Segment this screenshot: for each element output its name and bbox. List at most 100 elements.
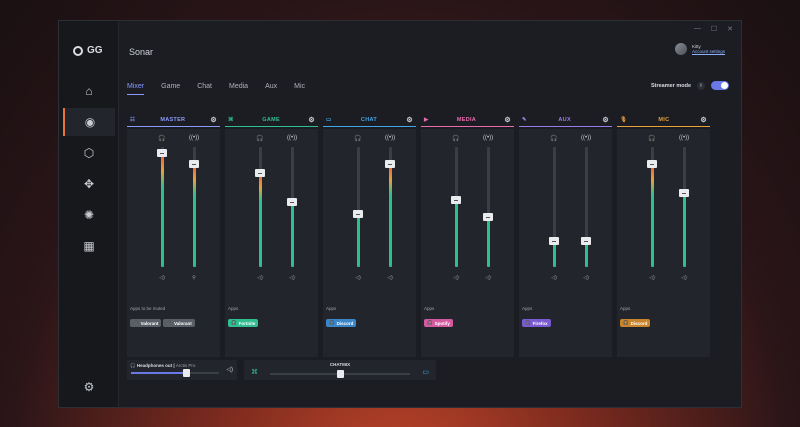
headphone-fader[interactable]: 🎧 ◁) bbox=[647, 135, 657, 285]
gear-icon[interactable]: ⚙ bbox=[406, 116, 413, 124]
fader-panel: 🎧 ◁) ((•)) ◁) bbox=[617, 129, 710, 305]
fader-knob[interactable] bbox=[287, 198, 297, 206]
speaker-icon[interactable]: ◁) bbox=[157, 275, 167, 281]
speaker-icon[interactable]: ◁) bbox=[679, 275, 689, 281]
gift-icon[interactable]: ▦ bbox=[63, 232, 115, 260]
gear-icon[interactable]: ⚙ bbox=[700, 116, 707, 124]
level-fill bbox=[290, 202, 294, 267]
gear-icon[interactable]: ⚙ bbox=[210, 116, 217, 124]
app-name: Firefox bbox=[532, 320, 548, 326]
speaker-icon[interactable]: ◁) bbox=[647, 275, 657, 281]
app-chip[interactable]: 🎧 Firefox bbox=[522, 319, 551, 327]
level-fill bbox=[192, 164, 196, 267]
app-name: Discord bbox=[336, 320, 354, 326]
stream-fader[interactable]: ((•)) ◁) bbox=[679, 135, 689, 285]
stream-fader[interactable]: ((•)) ◁) bbox=[483, 135, 493, 285]
stream-fader[interactable]: ((•)) ◁) bbox=[385, 135, 395, 285]
fader-track[interactable] bbox=[356, 147, 360, 267]
tab-aux[interactable]: Aux bbox=[265, 83, 277, 95]
headphones-volume-slider[interactable] bbox=[131, 369, 219, 377]
minimize-icon[interactable]: — bbox=[694, 25, 701, 33]
stream-fader[interactable]: ((•)) ⚲ bbox=[189, 135, 199, 285]
fader-knob[interactable] bbox=[581, 237, 591, 245]
info-icon[interactable]: i bbox=[697, 81, 705, 90]
fader-knob[interactable] bbox=[679, 189, 689, 197]
headphone-fader[interactable]: 🎧 ◁) bbox=[255, 135, 265, 285]
chatmix-knob[interactable] bbox=[337, 370, 344, 378]
tab-media[interactable]: Media bbox=[229, 83, 248, 95]
app-name: Fortnite bbox=[238, 320, 256, 326]
fader-knob[interactable] bbox=[189, 160, 199, 168]
gear-icon[interactable]: ⚙ bbox=[602, 116, 609, 124]
speaker-icon[interactable]: ◁) bbox=[581, 275, 591, 281]
gear-icon[interactable]: ⚙ bbox=[504, 116, 511, 124]
fader-knob[interactable] bbox=[385, 160, 395, 168]
channel-mic: 🎙 MIC ⚙ 🎧 ◁) ((•)) ◁) Apps 🎧 Discord bbox=[617, 113, 710, 357]
fader-knob[interactable] bbox=[255, 169, 265, 177]
gear-icon[interactable]: ⚙ bbox=[308, 116, 315, 124]
speaker-icon[interactable]: ◁) bbox=[549, 275, 559, 281]
hexagon-icon[interactable]: ⬡ bbox=[63, 139, 115, 167]
speaker-icon[interactable]: ◁) bbox=[255, 275, 265, 281]
fader-knob[interactable] bbox=[483, 213, 493, 221]
channel-label: CHAT bbox=[360, 116, 377, 123]
headphone-fader[interactable]: 🎧 ◁) bbox=[157, 135, 167, 285]
maximize-icon[interactable]: ☐ bbox=[711, 25, 717, 33]
speaker-icon[interactable]: ◁) bbox=[451, 275, 461, 281]
fader-knob[interactable] bbox=[353, 210, 363, 218]
account-block[interactable]: Kitty Account settings bbox=[674, 43, 725, 55]
fader-track[interactable] bbox=[258, 147, 262, 267]
tab-mic[interactable]: Mic bbox=[294, 83, 305, 95]
fader-track[interactable] bbox=[486, 147, 490, 267]
home-icon[interactable]: ⌂ bbox=[63, 77, 115, 105]
streamer-mode-toggle[interactable] bbox=[711, 81, 729, 90]
gg-logo[interactable]: GG bbox=[73, 45, 103, 56]
fader-track[interactable] bbox=[552, 147, 556, 267]
headphones-volume-knob[interactable] bbox=[183, 369, 190, 377]
controller-icon[interactable]: ✥ bbox=[63, 170, 115, 198]
close-icon[interactable]: ✕ bbox=[727, 25, 733, 33]
fader-track[interactable] bbox=[160, 147, 164, 267]
app-chip[interactable]: 🎧 Fortnite bbox=[228, 319, 259, 327]
stream-fader[interactable]: ((•)) ◁) bbox=[287, 135, 297, 285]
speaker-icon[interactable]: ◁) bbox=[287, 275, 297, 281]
tab-chat[interactable]: Chat bbox=[197, 83, 212, 95]
app-chip[interactable]: 🎧 Discord bbox=[326, 319, 357, 327]
fader-track[interactable] bbox=[454, 147, 458, 267]
app-chip[interactable]: 🎧 Valorant bbox=[163, 319, 195, 327]
engine-icon[interactable]: ✺ bbox=[63, 201, 115, 229]
channel-header: ⌘ GAME ⚙ bbox=[225, 113, 318, 127]
headphone-fader[interactable]: 🎧 ◁) bbox=[353, 135, 363, 285]
headphone-fader[interactable]: 🎧 ◁) bbox=[549, 135, 559, 285]
headphones-icon: 🎧 bbox=[427, 320, 433, 325]
sonar-icon[interactable]: ◉ bbox=[63, 108, 115, 136]
apps-label: Apps bbox=[522, 306, 533, 311]
speaker-icon[interactable]: ◁) bbox=[385, 275, 395, 281]
fader-knob[interactable] bbox=[451, 196, 461, 204]
headphone-fader[interactable]: 🎧 ◁) bbox=[451, 135, 461, 285]
app-chip[interactable]: 🎧 Valorant bbox=[130, 319, 162, 327]
settings-icon[interactable]: ⚙ bbox=[63, 373, 115, 401]
app-chip[interactable]: 🎧 Spotify bbox=[424, 319, 453, 327]
speaker-icon[interactable]: ◁) bbox=[226, 366, 233, 373]
unlink-icon[interactable]: ⚲ bbox=[189, 275, 199, 281]
app-chip[interactable]: 🎧 Discord bbox=[620, 319, 651, 327]
fader-track[interactable] bbox=[290, 147, 294, 267]
headphones-icon: 🎧 bbox=[256, 136, 264, 142]
avatar[interactable] bbox=[674, 43, 687, 55]
stream-fader[interactable]: ((•)) ◁) bbox=[581, 135, 591, 285]
fader-knob[interactable] bbox=[157, 149, 167, 157]
tab-mixer[interactable]: Mixer bbox=[127, 83, 145, 95]
fader-track[interactable] bbox=[682, 147, 686, 267]
fader-track[interactable] bbox=[584, 147, 588, 267]
tab-game[interactable]: Game bbox=[161, 83, 180, 95]
streamer-mode-label: Streamer mode bbox=[650, 82, 691, 89]
fader-knob[interactable] bbox=[647, 160, 657, 168]
speaker-icon[interactable]: ◁) bbox=[353, 275, 363, 281]
chatmix-slider[interactable] bbox=[270, 370, 410, 378]
sidebar: GG ⌂ ◉ ⬡ ✥ ✺ ▦ ⚙ bbox=[59, 21, 119, 407]
fader-knob[interactable] bbox=[549, 237, 559, 245]
channel-media: ▶ MEDIA ⚙ 🎧 ◁) ((•)) ◁) Apps 🎧 Spotify bbox=[421, 113, 514, 357]
account-settings-link[interactable]: Account settings bbox=[692, 49, 725, 54]
speaker-icon[interactable]: ◁) bbox=[483, 275, 493, 281]
